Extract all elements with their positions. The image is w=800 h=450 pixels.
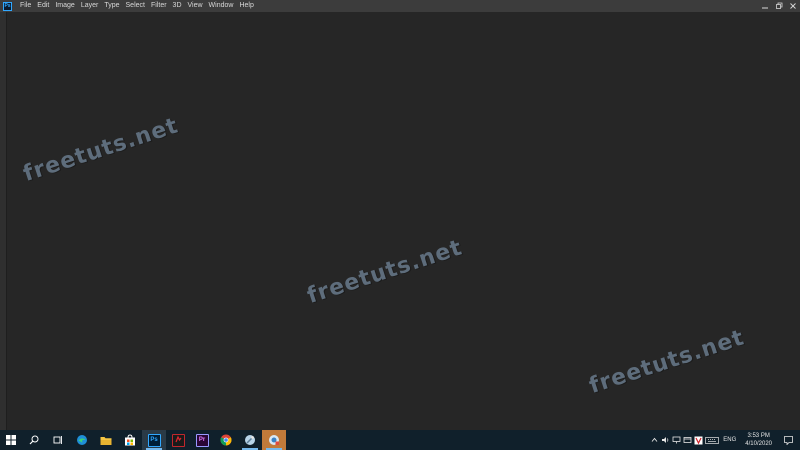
file-explorer-button[interactable] <box>94 430 118 450</box>
task-view-button[interactable] <box>46 430 70 450</box>
watermark: freetuts.net <box>304 235 466 309</box>
store-button[interactable] <box>118 430 142 450</box>
menu-edit[interactable]: Edit <box>34 0 52 12</box>
premiere-button[interactable]: Pr <box>190 430 214 450</box>
menu-filter[interactable]: Filter <box>148 0 170 12</box>
photoshop-logo-icon[interactable]: Ps <box>3 1 12 11</box>
keyboard-icon[interactable] <box>704 430 720 450</box>
language-indicator[interactable]: ENG <box>723 437 736 443</box>
toolbar-edge[interactable] <box>0 12 7 430</box>
edge-button[interactable] <box>70 430 94 450</box>
menu-view[interactable]: View <box>185 0 206 12</box>
store-icon <box>125 434 135 446</box>
task-view-icon <box>53 436 62 444</box>
chrome-icon <box>220 434 232 446</box>
brush-app-icon <box>245 435 255 445</box>
menu-type[interactable]: Type <box>101 0 122 12</box>
folder-icon <box>100 436 112 445</box>
close-icon[interactable] <box>786 0 800 12</box>
app-icon <box>171 433 185 447</box>
menu-select[interactable]: Select <box>123 0 148 12</box>
volume-icon[interactable] <box>660 430 671 450</box>
search-icon <box>29 435 39 445</box>
notification-icon[interactable] <box>780 430 796 450</box>
clock[interactable]: 3:53 PM 4/10/2020 <box>745 432 772 448</box>
minimize-icon[interactable] <box>758 0 772 12</box>
onedrive-icon[interactable] <box>682 430 693 450</box>
system-tray: ENG 3:53 PM 4/10/2020 <box>649 430 800 450</box>
photoshop-icon: Ps <box>147 433 161 447</box>
antivirus-icon[interactable] <box>693 430 704 450</box>
workspace-canvas-area[interactable]: freetuts.net freetuts.net freetuts.net <box>0 12 800 430</box>
menu-image[interactable]: Image <box>52 0 77 12</box>
photoshop-taskbar-button[interactable]: Ps <box>142 430 166 450</box>
tool-app-icon <box>269 435 279 445</box>
search-button[interactable] <box>22 430 46 450</box>
start-button[interactable] <box>0 430 22 450</box>
menu-help[interactable]: Help <box>236 0 256 12</box>
window-controls <box>758 0 800 12</box>
menu-layer[interactable]: Layer <box>78 0 102 12</box>
premiere-icon: Pr <box>195 433 209 447</box>
chrome-button[interactable] <box>214 430 238 450</box>
edge-icon <box>77 435 87 445</box>
brush-app-button[interactable] <box>238 430 262 450</box>
chevron-up-icon[interactable] <box>649 430 660 450</box>
app-red-button[interactable] <box>166 430 190 450</box>
menu-3d[interactable]: 3D <box>170 0 185 12</box>
windows-logo-icon <box>6 435 16 445</box>
network-icon[interactable] <box>671 430 682 450</box>
watermark: freetuts.net <box>20 113 182 187</box>
tool-app-button[interactable] <box>262 430 286 450</box>
clock-time: 3:53 PM <box>747 433 770 439</box>
menu-file[interactable]: File <box>17 0 34 12</box>
taskbar: Ps Pr ENG 3:53 PM 4/10/2020 <box>0 430 800 450</box>
menu-window[interactable]: Window <box>206 0 237 12</box>
menu-bar: Ps File Edit Image Layer Type Select Fil… <box>0 0 800 12</box>
watermark: freetuts.net <box>586 325 748 399</box>
clock-date: 4/10/2020 <box>745 441 772 447</box>
restore-icon[interactable] <box>772 0 786 12</box>
